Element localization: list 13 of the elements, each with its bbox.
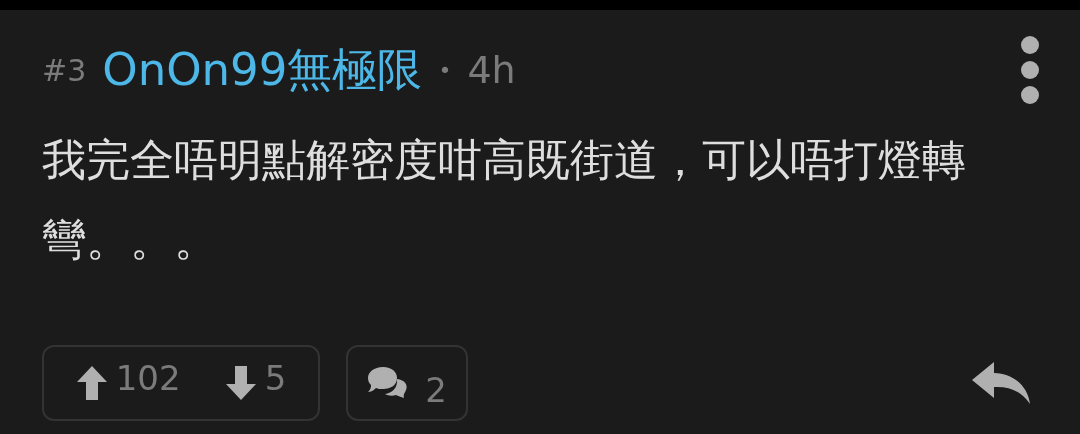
author-name[interactable]: OnOn99無極限	[102, 36, 423, 104]
downvote-icon[interactable]	[224, 365, 257, 401]
post-number: #3	[42, 51, 87, 90]
reply-button[interactable]: 2	[346, 345, 468, 421]
downvote-count: 5	[264, 356, 287, 400]
reply-arrow-icon[interactable]	[970, 360, 1032, 406]
separator-dot: •	[438, 56, 452, 85]
chat-bubbles-icon	[367, 365, 410, 401]
upvote-icon[interactable]	[75, 365, 108, 401]
more-options-icon[interactable]	[1020, 35, 1040, 105]
upvote-count: 102	[115, 356, 181, 400]
post-text: 我完全唔明點解密度咁高既街道，可以唔打燈轉彎。。。	[42, 133, 967, 267]
post-time: 4h	[467, 46, 516, 94]
